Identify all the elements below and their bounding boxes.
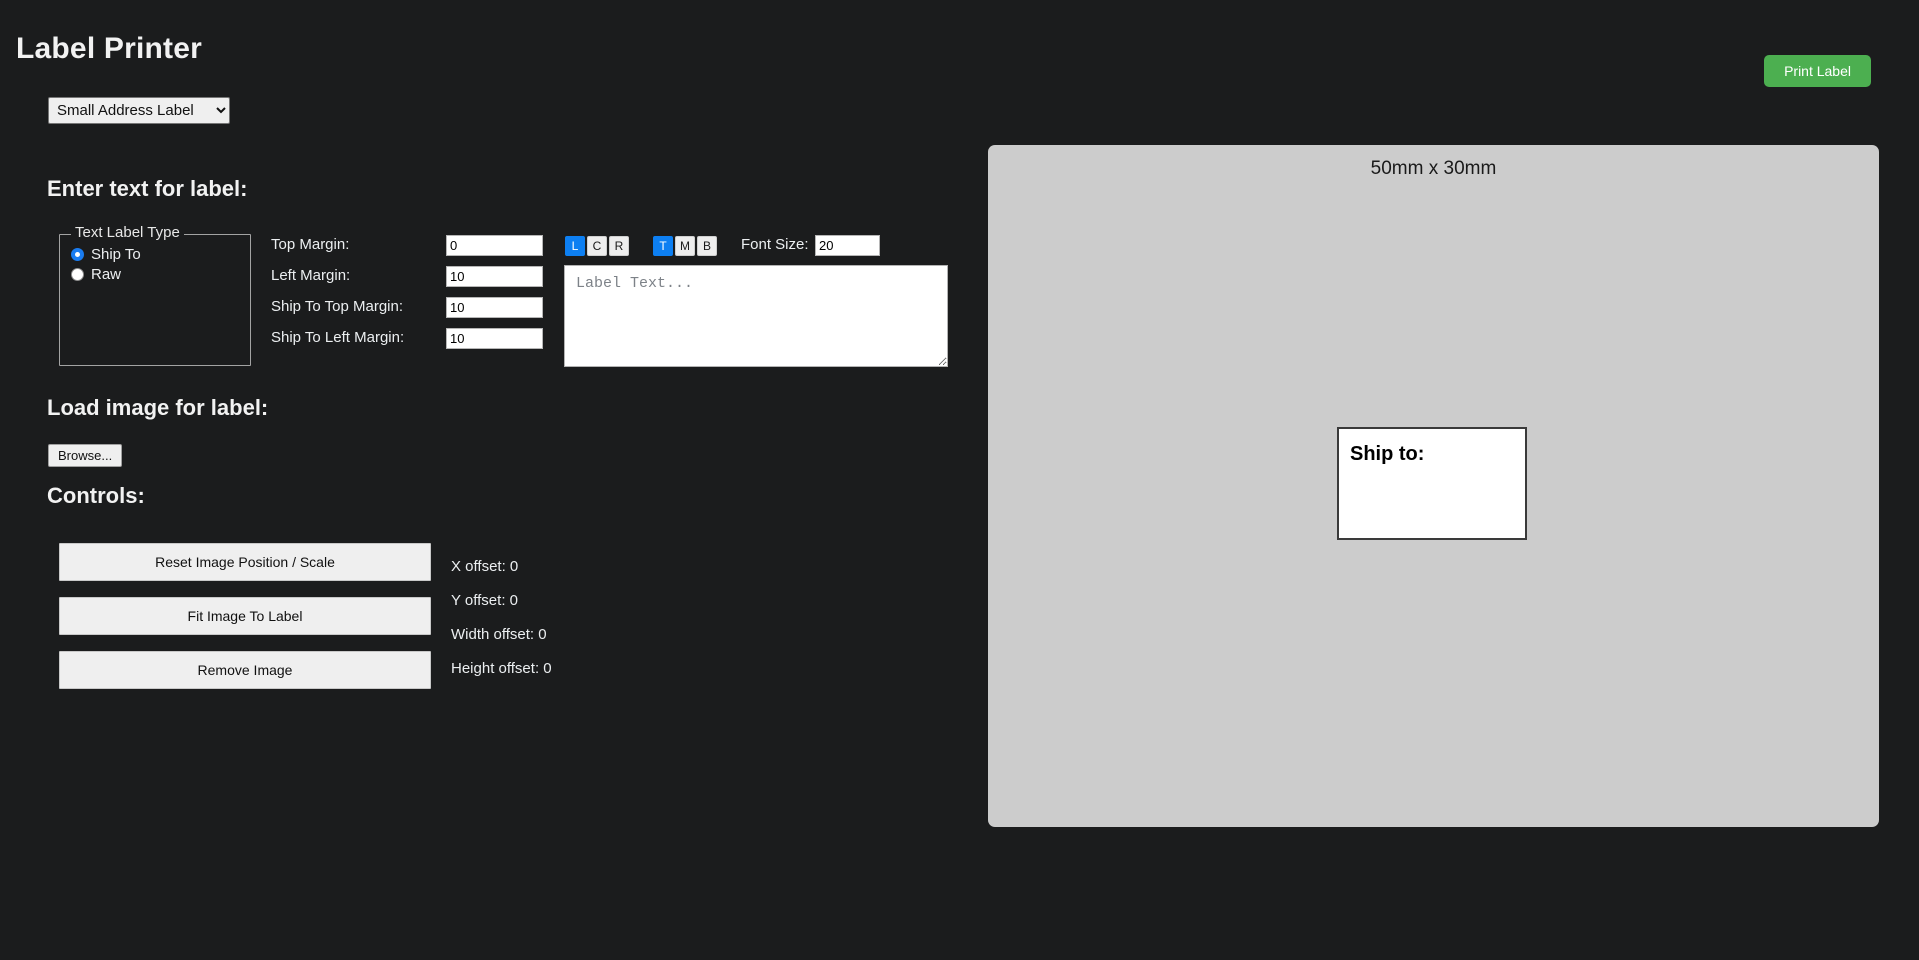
reset-image-position-button[interactable]: Reset Image Position / Scale	[59, 543, 431, 581]
radio-ship-to-indicator[interactable]	[71, 248, 84, 261]
y-offset-value: Y offset: 0	[451, 592, 518, 609]
top-margin-label: Top Margin:	[271, 236, 350, 253]
top-margin-input[interactable]	[446, 235, 543, 256]
section-heading-controls: Controls:	[47, 483, 145, 508]
remove-image-button[interactable]: Remove Image	[59, 651, 431, 689]
width-offset-value: Width offset: 0	[451, 626, 547, 643]
ship-to-left-margin-label: Ship To Left Margin:	[271, 329, 405, 346]
ship-to-top-margin-label: Ship To Top Margin:	[271, 298, 404, 315]
label-ship-to-text: Ship to:	[1350, 443, 1425, 465]
x-offset-value: X offset: 0	[451, 558, 519, 575]
text-label-type-legend: Text Label Type	[71, 224, 184, 241]
align-center-button[interactable]: C	[587, 236, 607, 256]
align-top-button[interactable]: T	[653, 236, 673, 256]
section-heading-text: Enter text for label:	[47, 176, 248, 201]
font-size-label: Font Size:	[741, 236, 809, 253]
print-label-button[interactable]: Print Label	[1764, 55, 1871, 87]
align-right-button[interactable]: R	[609, 236, 629, 256]
height-offset-value: Height offset: 0	[451, 660, 552, 677]
page-title: Label Printer	[16, 32, 202, 65]
label-sheet-preview[interactable]: Ship to:	[1337, 427, 1527, 540]
text-label-type-fieldset: Text Label Type Ship To Raw	[59, 224, 251, 366]
left-margin-input[interactable]	[446, 266, 543, 287]
ship-to-top-margin-input[interactable]	[446, 297, 543, 318]
align-middle-button[interactable]: M	[675, 236, 695, 256]
fit-image-to-label-button[interactable]: Fit Image To Label	[59, 597, 431, 635]
browse-file-button[interactable]: Browse...	[48, 444, 123, 467]
left-margin-label: Left Margin:	[271, 267, 351, 284]
label-printer-app: Label Printer Print Label Small Address …	[0, 0, 1919, 960]
section-heading-image: Load image for label:	[47, 395, 269, 420]
radio-raw[interactable]: Raw	[71, 266, 121, 283]
align-bottom-button[interactable]: B	[697, 236, 717, 256]
label-preview-panel[interactable]: 50mm x 30mm Ship to:	[988, 145, 1879, 827]
radio-ship-to[interactable]: Ship To	[71, 246, 141, 263]
radio-raw-label: Raw	[91, 266, 122, 283]
font-size-input[interactable]	[815, 235, 880, 256]
ship-to-left-margin-input[interactable]	[446, 328, 543, 349]
align-left-button[interactable]: L	[565, 236, 585, 256]
label-dimensions-text: 50mm x 30mm	[1370, 158, 1497, 179]
radio-ship-to-label: Ship To	[91, 246, 141, 263]
label-size-select[interactable]: Small Address Label	[48, 97, 230, 124]
radio-raw-indicator[interactable]	[71, 268, 84, 281]
label-text-textarea[interactable]	[564, 265, 948, 367]
